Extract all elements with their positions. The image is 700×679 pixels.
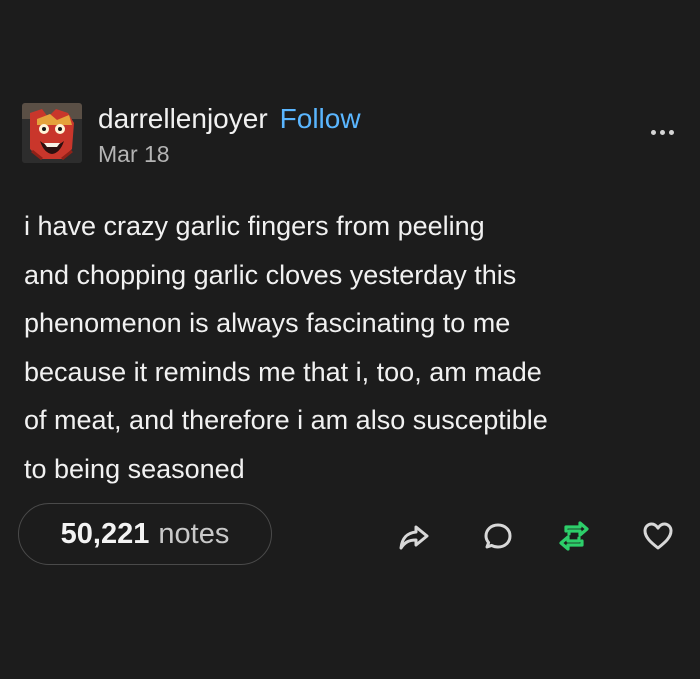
notes-label: notes bbox=[158, 517, 230, 550]
post-body-text: i have crazy garlic fingers from peeling… bbox=[24, 211, 548, 484]
more-options-button[interactable] bbox=[642, 124, 682, 140]
more-icon-dot bbox=[668, 129, 674, 135]
notes-button[interactable]: 50,221 notes bbox=[18, 503, 272, 565]
reply-icon bbox=[484, 523, 512, 549]
more-icon-dot bbox=[650, 129, 656, 135]
author-block: darrellenjoyer Follow Mar 18 bbox=[98, 102, 361, 167]
share-button[interactable] bbox=[394, 516, 434, 556]
author-line: darrellenjoyer Follow bbox=[98, 102, 361, 136]
post-header: darrellenjoyer Follow Mar 18 bbox=[22, 100, 682, 170]
avatar[interactable] bbox=[22, 103, 82, 163]
reply-button[interactable] bbox=[478, 516, 518, 556]
reblog-icon bbox=[559, 521, 589, 551]
share-icon bbox=[399, 525, 429, 550]
post-actions bbox=[394, 516, 684, 556]
heart-icon bbox=[643, 522, 673, 550]
follow-button[interactable]: Follow bbox=[280, 102, 361, 136]
like-button[interactable] bbox=[638, 516, 678, 556]
avatar-image-icon bbox=[22, 103, 82, 163]
more-icon-dot bbox=[659, 129, 665, 135]
username-link[interactable]: darrellenjoyer bbox=[98, 102, 268, 136]
notes-count: 50,221 bbox=[60, 517, 150, 550]
reblog-button[interactable] bbox=[554, 516, 594, 556]
post-date: Mar 18 bbox=[98, 141, 170, 167]
post-card: darrellenjoyer Follow Mar 18 i have craz… bbox=[0, 0, 700, 679]
